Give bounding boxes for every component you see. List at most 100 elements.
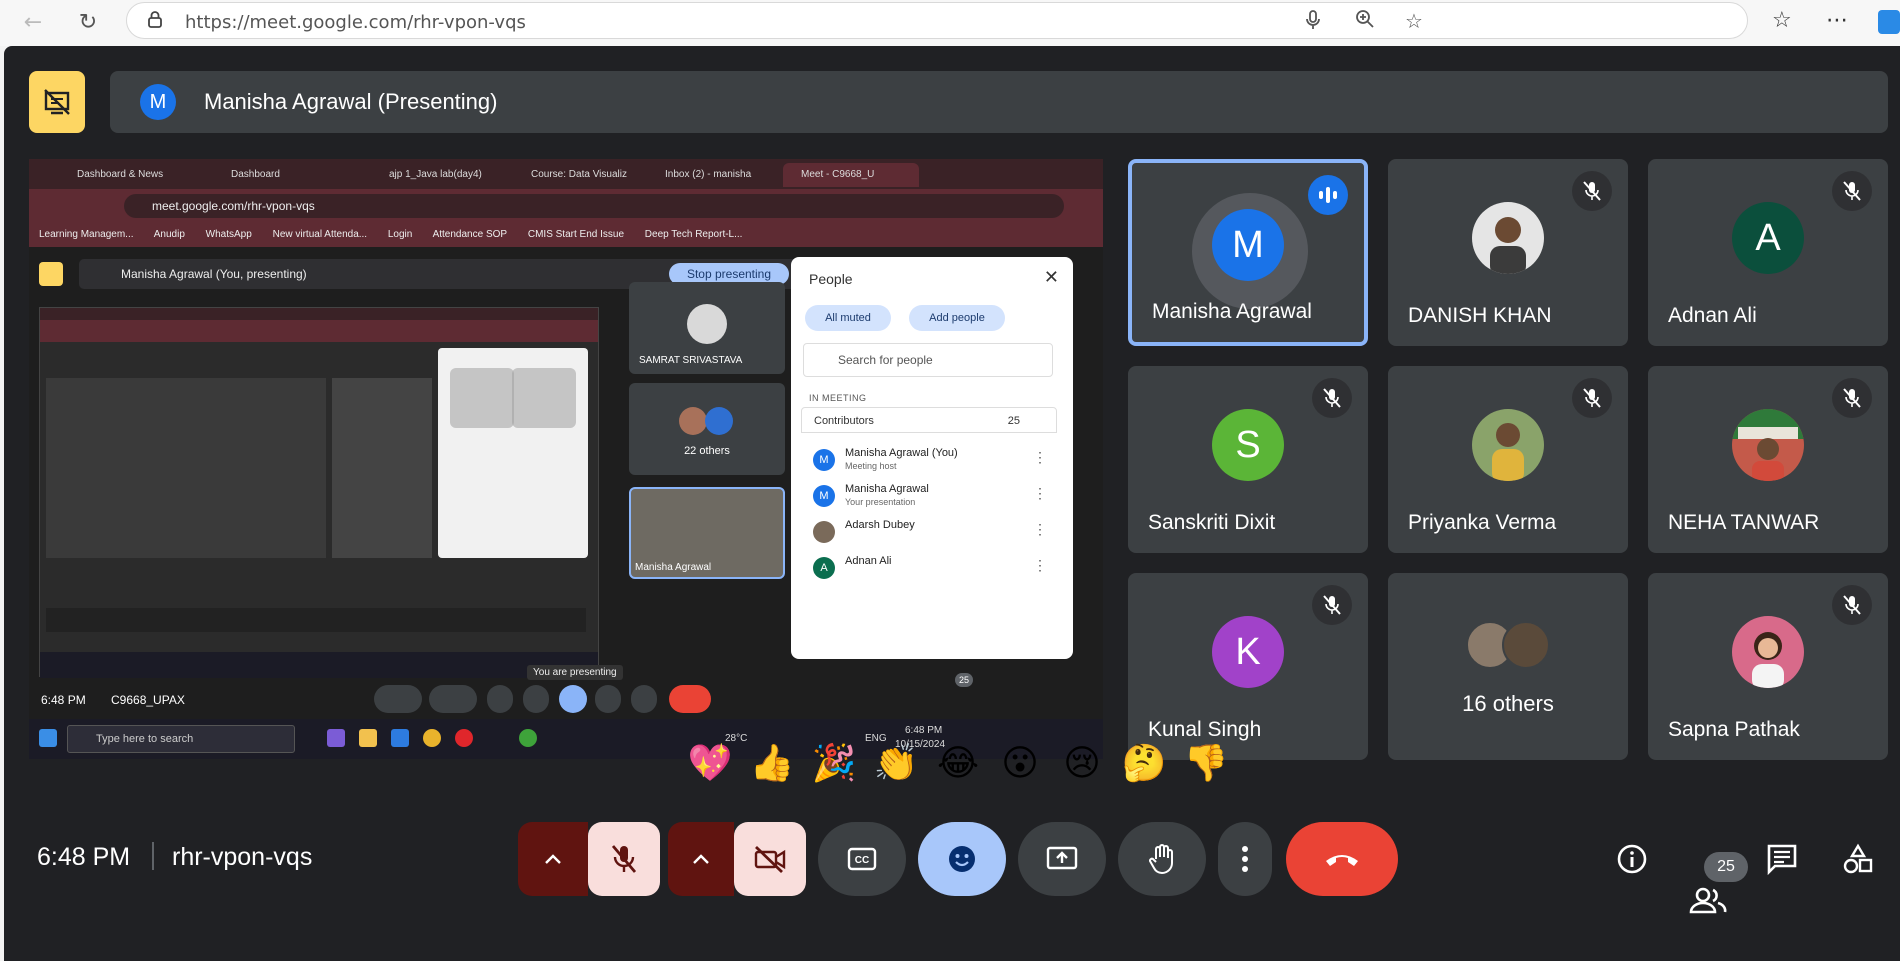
participant-name: Priyanka Verma xyxy=(1408,511,1557,534)
address-bar[interactable]: https://meet.google.com/rhr-vpon-vqs ☆ xyxy=(126,2,1748,39)
participant-tile-priyanka[interactable]: Priyanka Verma xyxy=(1388,366,1628,553)
reactions-bar: 💖 👍 🎉 👏 😂 😮 😢 🤔 👎 xyxy=(676,736,1229,792)
copilot-icon[interactable] xyxy=(1878,10,1900,34)
divider xyxy=(152,842,154,870)
emoji-reactions-button[interactable] xyxy=(918,822,1006,896)
bookmark: Learning Managem... xyxy=(39,229,134,240)
mic-off-icon xyxy=(1572,378,1612,418)
participant-tile-manisha[interactable]: M Manisha Agrawal xyxy=(1128,159,1368,346)
close-icon: ✕ xyxy=(1043,267,1059,288)
people-sub: Your presentation xyxy=(845,497,916,507)
favorites-icon[interactable]: ☆ xyxy=(1772,8,1792,33)
url-text[interactable]: https://meet.google.com/rhr-vpon-vqs xyxy=(185,12,526,33)
people-search: Search for people xyxy=(803,343,1053,377)
folder-icon xyxy=(359,729,377,747)
meeting-details-icon[interactable] xyxy=(1612,839,1652,879)
back-arrow-icon[interactable]: ← xyxy=(18,8,48,38)
reload-icon[interactable]: ↻ xyxy=(73,8,103,38)
camera-off-button[interactable] xyxy=(734,822,806,896)
shared-taskbar-time: 6:48 PM xyxy=(905,725,943,736)
browser-chrome: ← ↻ https://meet.google.com/rhr-vpon-vqs… xyxy=(0,0,1900,46)
others-label: 16 others xyxy=(1462,691,1554,716)
shared-tab-strip: Dashboard & News Dashboard ajp 1_Java la… xyxy=(29,159,1103,189)
others-avatar xyxy=(1502,621,1550,669)
contributors-count: 25 xyxy=(1007,415,1020,427)
crying-reaction[interactable]: 😢 xyxy=(1058,740,1106,788)
favorite-star-icon[interactable]: ☆ xyxy=(1405,9,1423,33)
participant-tile-adnan[interactable]: A Adnan Ali xyxy=(1648,159,1888,346)
participant-tile-sapna[interactable]: Sapna Pathak xyxy=(1648,573,1888,760)
clapping-reaction[interactable]: 👏 xyxy=(872,740,920,788)
shared-meet-controls: 6:48 PM C9668_UPAX You are presenting 25 xyxy=(29,665,1103,719)
shared-leave-button xyxy=(669,685,711,713)
microphone-icon[interactable] xyxy=(1305,9,1321,36)
all-muted-button: All muted xyxy=(805,305,891,331)
mic-off-icon xyxy=(1312,378,1352,418)
bookmark: New virtual Attenda... xyxy=(272,229,368,240)
you-are-presenting-tooltip: You are presenting xyxy=(527,665,623,680)
participant-name: DANISH KHAN xyxy=(1408,304,1552,327)
mic-off-icon xyxy=(1832,171,1872,211)
windows-icon xyxy=(39,729,57,747)
leave-call-button[interactable] xyxy=(1286,822,1398,896)
bookmark: Login xyxy=(387,229,413,240)
shared-present-button xyxy=(559,685,587,713)
presenter-avatar: M xyxy=(140,84,176,120)
participant-tile-others[interactable]: 16 others xyxy=(1388,573,1628,760)
raise-hand-button[interactable] xyxy=(1118,822,1206,896)
people-name: Adnan Ali xyxy=(845,555,892,567)
captions-button[interactable]: CC xyxy=(818,822,906,896)
thumbs-up-reaction[interactable]: 👍 xyxy=(748,740,796,788)
sparkling-heart-reaction[interactable]: 💖 xyxy=(686,740,734,788)
participant-tile-danish[interactable]: DANISH KHAN xyxy=(1388,159,1628,346)
surprised-reaction[interactable]: 😮 xyxy=(996,740,1044,788)
shared-address-bar: meet.google.com/rhr-vpon-vqs xyxy=(29,189,1103,223)
lock-icon[interactable] xyxy=(147,10,163,33)
participant-tile-sanskriti[interactable]: S Sanskriti Dixit xyxy=(1128,366,1368,553)
audio-options-button[interactable] xyxy=(518,822,588,896)
more-options-button[interactable] xyxy=(1218,822,1272,896)
nested-screen-recursion xyxy=(39,307,599,678)
participant-tile-neha[interactable]: NEHA TANWAR xyxy=(1648,366,1888,553)
chat-icon[interactable] xyxy=(1762,839,1802,879)
zoom-icon[interactable] xyxy=(1355,9,1375,34)
mic-off-icon xyxy=(1572,171,1612,211)
participant-avatar: K xyxy=(1212,615,1284,688)
participant-name: Sapna Pathak xyxy=(1668,718,1800,741)
shared-mic-button xyxy=(374,685,422,713)
shared-tile-name: Manisha Agrawal xyxy=(635,562,712,573)
bookmark: Deep Tech Report-L... xyxy=(644,229,743,240)
participant-avatar: M xyxy=(1212,209,1284,282)
svg-text:CC: CC xyxy=(855,855,869,866)
activities-icon[interactable] xyxy=(1838,839,1878,879)
more-menu-icon[interactable]: ⋯ xyxy=(1826,8,1848,33)
video-options-button[interactable] xyxy=(668,822,734,896)
thinking-reaction[interactable]: 🤔 xyxy=(1120,740,1168,788)
participant-tile-kunal[interactable]: K Kunal Singh xyxy=(1128,573,1368,760)
participant-photo xyxy=(1732,408,1804,481)
people-name: Adarsh Dubey xyxy=(845,519,915,531)
add-people-button: Add people xyxy=(909,305,1005,331)
people-name: Manisha Agrawal (You) xyxy=(845,447,958,459)
thumbs-down-reaction[interactable]: 👎 xyxy=(1182,740,1230,788)
shared-taskbar-search: Type here to search xyxy=(67,725,295,753)
shared-cc-button xyxy=(487,685,513,713)
meeting-code: rhr-vpon-vqs xyxy=(172,843,313,871)
bookmark: CMIS Start End Issue xyxy=(527,229,625,240)
shared-count-badge: 25 xyxy=(955,673,973,687)
party-popper-reaction[interactable]: 🎉 xyxy=(810,740,858,788)
present-screen-button[interactable] xyxy=(1018,822,1106,896)
presentation-icon xyxy=(29,71,85,133)
participant-photo xyxy=(1732,615,1804,688)
more-icon: ⋮ xyxy=(1033,557,1047,573)
people-row: Adarsh Dubey ⋮ xyxy=(813,517,1053,551)
mute-button[interactable] xyxy=(588,822,660,896)
people-avatar xyxy=(813,521,835,543)
people-icon[interactable] xyxy=(1688,880,1728,920)
shared-meeting-name: C9668_UPAX xyxy=(111,693,185,707)
contributors-label: Contributors xyxy=(814,415,874,427)
participant-name: Adnan Ali xyxy=(1668,304,1757,327)
joy-reaction[interactable]: 😂 xyxy=(934,740,982,788)
presenting-banner: M Manisha Agrawal (Presenting) xyxy=(110,71,1888,133)
shared-tile-manisha: Manisha Agrawal xyxy=(629,487,785,579)
